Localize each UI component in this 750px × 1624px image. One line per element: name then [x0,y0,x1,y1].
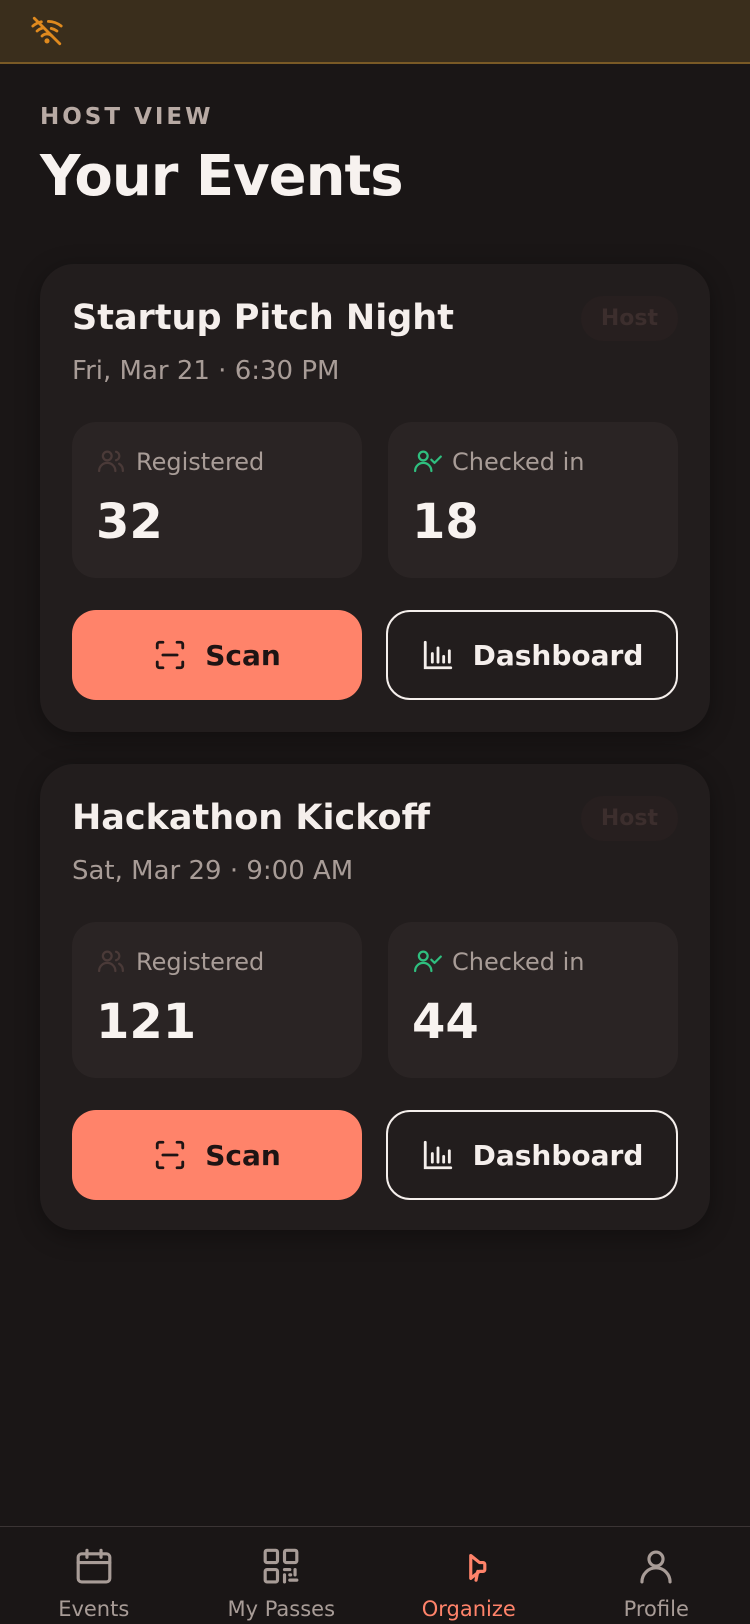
user-check-icon [414,450,442,473]
bottom-nav: Events My Passes Organize Profile [0,1526,750,1624]
dashboard-label: Dashboard [472,1138,644,1172]
event-name: Hackathon Kickoff [72,798,430,838]
nav-item-organize[interactable]: Organize [375,1527,563,1624]
nav-label-organize: Organize [421,1597,516,1622]
registered-count: 121 [96,994,197,1050]
dashboard-button[interactable]: Dashboard [386,1110,678,1200]
host-badge: Host [580,796,678,841]
host-badge: Host [580,296,678,341]
event-name: Startup Pitch Night [72,298,454,338]
scan-label: Scan [205,1138,281,1172]
event-date: Fri, Mar 21 · 6:30 PM [72,356,340,386]
nav-item-events[interactable]: Events [0,1527,188,1624]
status-bar [0,0,750,64]
page-title: Your Events [40,144,404,209]
registered-stat: Registered 32 [72,422,362,578]
host-view-eyebrow: HOST VIEW [40,104,214,130]
users-icon [98,450,124,473]
checked-in-label: Checked in [452,948,585,976]
calendar-icon [76,1548,112,1584]
scan-button[interactable]: Scan [72,1110,362,1200]
registered-label: Registered [136,448,265,476]
dashboard-label: Dashboard [472,638,644,672]
wifi-off-icon [31,16,63,46]
nav-item-my-passes[interactable]: My Passes [188,1527,376,1624]
bar-chart-icon [423,640,452,670]
scan-label: Scan [205,638,281,672]
organize-screen: HOST VIEW Your Events Startup Pitch Nigh… [0,0,750,1624]
page-header: HOST VIEW Your Events [40,104,404,209]
bar-chart-icon [423,1140,452,1170]
nav-label-events: Events [58,1597,130,1622]
user-icon [640,1550,672,1584]
registered-stat: Registered 121 [72,922,362,1078]
event-date: Sat, Mar 29 · 9:00 AM [72,856,354,886]
scan-button[interactable]: Scan [72,610,362,700]
registered-count: 32 [96,494,163,550]
event-card: Startup Pitch Night Fri, Mar 21 · 6:30 P… [40,264,710,732]
qr-code-icon [263,1548,299,1584]
checked-in-label: Checked in [452,448,585,476]
scan-icon [156,1140,185,1170]
checked-in-count: 44 [412,994,479,1050]
checked-in-stat: Checked in 18 [388,422,678,578]
registered-label: Registered [136,948,265,976]
user-check-icon [414,950,442,973]
checked-in-stat: Checked in 44 [388,922,678,1078]
nav-label-my-passes: My Passes [227,1597,336,1622]
nav-item-profile[interactable]: Profile [563,1527,750,1624]
users-icon [98,950,124,973]
nav-label-profile: Profile [623,1597,689,1622]
checked-in-count: 18 [412,494,479,550]
megaphone-icon [468,1553,487,1582]
scan-icon [156,640,185,670]
event-card: Hackathon Kickoff Sat, Mar 29 · 9:00 AM … [40,764,710,1230]
dashboard-button[interactable]: Dashboard [386,610,678,700]
